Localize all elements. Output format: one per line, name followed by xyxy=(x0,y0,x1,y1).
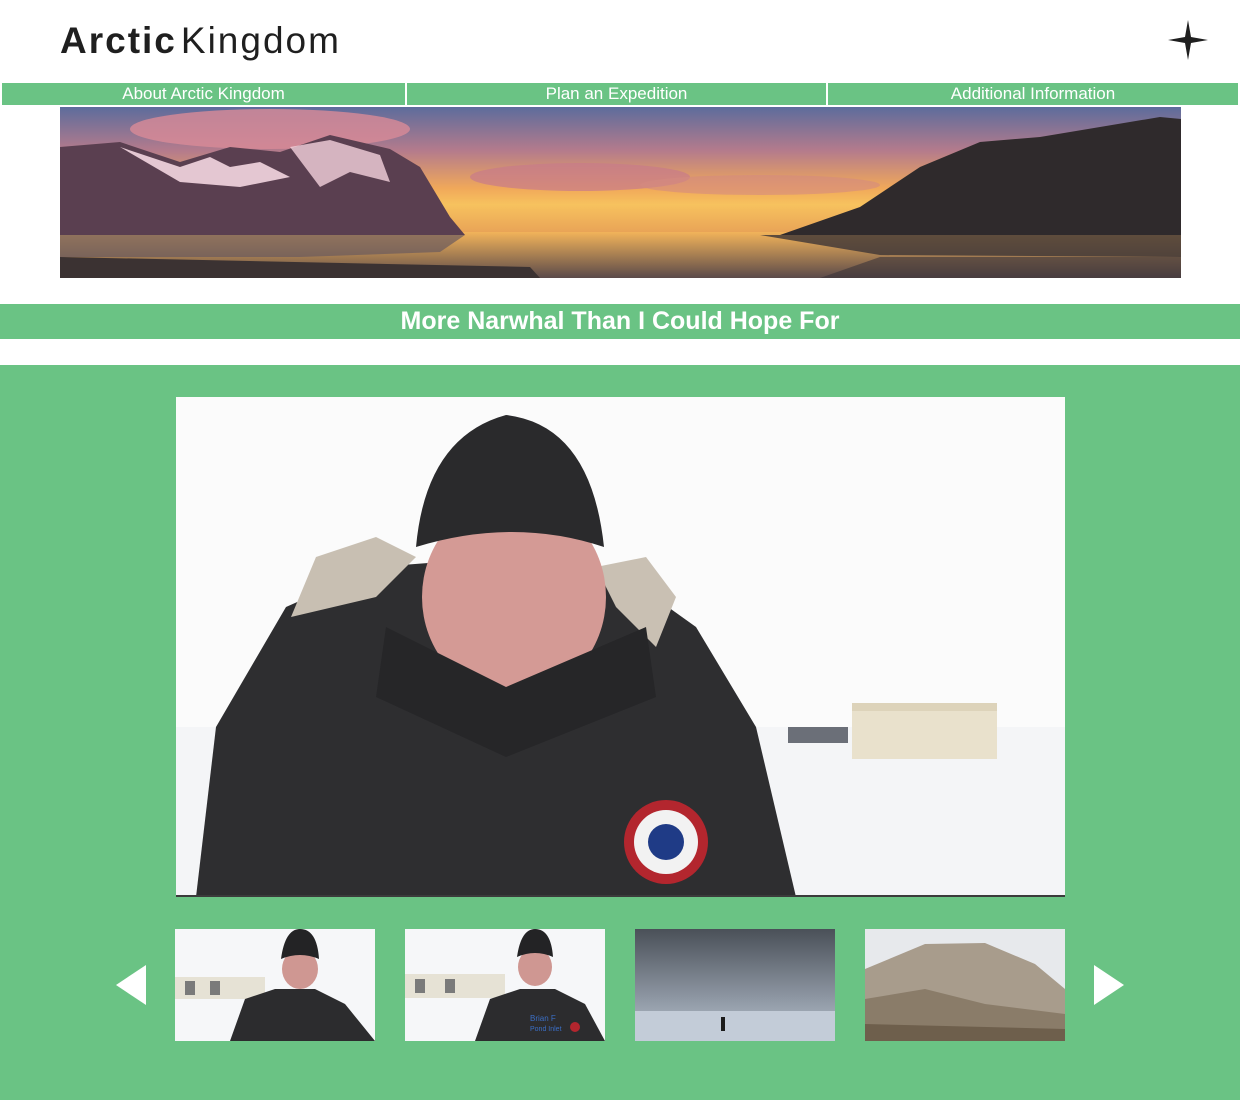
nav-additional-info[interactable]: Additional Information xyxy=(828,83,1238,105)
hero-banner-image xyxy=(60,107,1181,278)
lower-third-location: Pond Inlet xyxy=(530,1026,562,1033)
lower-third-name: Brian F xyxy=(530,1014,556,1023)
thumbnail-4[interactable] xyxy=(865,929,1065,1041)
main-nav: About Arctic Kingdom Plan an Expedition … xyxy=(2,83,1238,105)
logo-word-kingdom: Kingdom xyxy=(180,20,341,61)
site-logo[interactable]: Arctic Kingdom xyxy=(60,16,341,66)
nav-plan-expedition[interactable]: Plan an Expedition xyxy=(407,83,826,105)
triangle-right-icon[interactable] xyxy=(1094,965,1124,1005)
video-player[interactable] xyxy=(176,397,1065,897)
thumbnail-3[interactable] xyxy=(635,929,835,1041)
logo-word-arctic: Arctic xyxy=(60,20,177,61)
four-point-star-icon[interactable] xyxy=(1168,20,1208,60)
triangle-left-icon[interactable] xyxy=(116,965,146,1005)
media-gallery: Brian F Pond Inlet xyxy=(0,365,1240,1100)
page-title: More Narwhal Than I Could Hope For xyxy=(0,304,1240,339)
thumbnail-1[interactable] xyxy=(175,929,375,1041)
nav-about[interactable]: About Arctic Kingdom xyxy=(2,83,405,105)
thumbnail-2[interactable]: Brian F Pond Inlet xyxy=(405,929,605,1041)
